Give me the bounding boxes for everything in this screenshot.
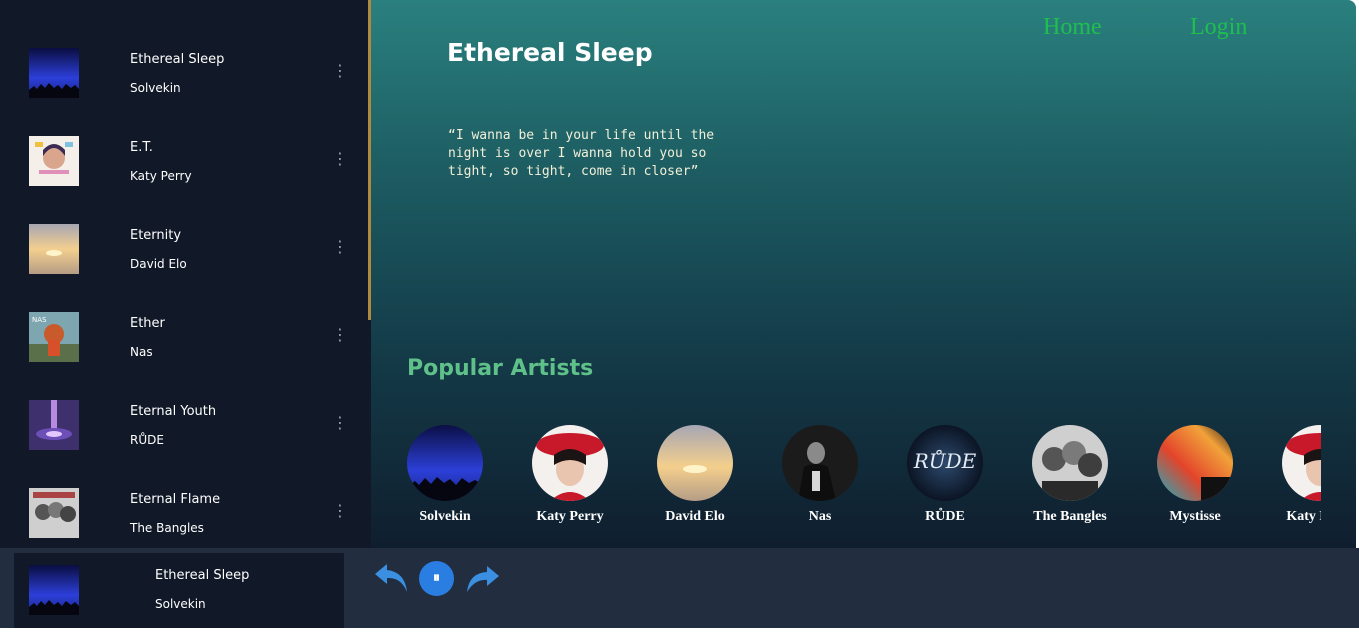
now-playing[interactable]: Ethereal Sleep Solvekin xyxy=(14,553,344,628)
track-item-ethereal-sleep[interactable]: Ethereal Sleep Solvekin ⋮ xyxy=(0,42,360,130)
track-artist: RŮDE xyxy=(130,433,164,447)
nav-home-link[interactable]: Home xyxy=(1043,14,1102,41)
artist-card-katy-perry-2[interactable]: Katy Perry xyxy=(1246,425,1321,535)
more-vertical-icon[interactable]: ⋮ xyxy=(330,501,350,521)
track-artist: Katy Perry xyxy=(130,169,192,183)
now-playing-album-art xyxy=(29,565,79,615)
more-vertical-icon[interactable]: ⋮ xyxy=(330,413,350,433)
album-art-eternal-youth xyxy=(29,400,79,450)
popular-artists-heading: Popular Artists xyxy=(407,356,594,381)
more-vertical-icon[interactable]: ⋮ xyxy=(330,61,350,81)
track-artist: Solvekin xyxy=(130,81,181,95)
song-title: Ethereal Sleep xyxy=(447,38,653,67)
track-title: Ether xyxy=(130,316,165,331)
now-playing-title: Ethereal Sleep xyxy=(155,568,250,583)
pause-button[interactable]: ⏸ xyxy=(419,561,454,596)
sidebar: Ethereal Sleep Solvekin ⋮ E.T. Katy Perr… xyxy=(0,0,371,548)
artist-card-katy-perry[interactable]: Katy Perry xyxy=(496,425,621,535)
player-bar: Ethereal Sleep Solvekin ⏸ xyxy=(0,548,1359,628)
artist-card-the-bangles[interactable]: The Bangles xyxy=(996,425,1121,535)
popular-artists-list: Solvekin Katy Perry David Elo Nas RŮDE R… xyxy=(371,425,1321,535)
svg-text:RŮDE: RŮDE xyxy=(913,448,977,473)
now-playing-artist: Solvekin xyxy=(155,597,206,611)
album-art-eternal-flame xyxy=(29,488,79,538)
album-art-et xyxy=(29,136,79,186)
more-vertical-icon[interactable]: ⋮ xyxy=(330,325,350,345)
track-item-eternal-flame[interactable]: Eternal Flame The Bangles ⋮ xyxy=(0,482,360,548)
artist-avatar xyxy=(532,425,608,501)
artist-card-nas[interactable]: Nas xyxy=(746,425,871,535)
track-title: E.T. xyxy=(130,140,153,155)
track-artist: David Elo xyxy=(130,257,187,271)
artist-avatar: RŮDE xyxy=(907,425,983,501)
more-vertical-icon[interactable]: ⋮ xyxy=(330,149,350,169)
artist-card-mystisse[interactable]: Mystisse xyxy=(1121,425,1246,535)
artist-card-rude[interactable]: RŮDE RŮDE xyxy=(871,425,996,535)
track-artist: The Bangles xyxy=(130,521,204,535)
artist-avatar xyxy=(1157,425,1233,501)
album-art-ether: NAS xyxy=(29,312,79,362)
track-item-eternity[interactable]: Eternity David Elo ⋮ xyxy=(0,218,360,306)
main-panel: Home Login Ethereal Sleep “I wanna be in… xyxy=(371,0,1356,548)
artist-avatar xyxy=(1032,425,1108,501)
track-title: Eternal Flame xyxy=(130,492,221,507)
artist-card-solvekin[interactable]: Solvekin xyxy=(371,425,496,535)
track-title: Ethereal Sleep xyxy=(130,52,225,67)
album-art-ethereal-sleep xyxy=(29,48,79,98)
artist-name: Katy Perry xyxy=(1286,509,1321,524)
undo-arrow-icon[interactable] xyxy=(373,560,411,600)
more-vertical-icon[interactable]: ⋮ xyxy=(330,237,350,257)
track-item-eternal-youth[interactable]: Eternal Youth RŮDE ⋮ xyxy=(0,394,360,482)
track-title: Eternity xyxy=(130,228,182,243)
artist-avatar xyxy=(782,425,858,501)
nav-login-link[interactable]: Login xyxy=(1190,14,1247,41)
svg-text:NAS: NAS xyxy=(32,316,47,324)
artist-avatar xyxy=(407,425,483,501)
artist-card-david-elo[interactable]: David Elo xyxy=(621,425,746,535)
song-lyrics: “I wanna be in your life until the night… xyxy=(448,128,715,179)
artist-avatar xyxy=(1282,425,1321,501)
redo-arrow-icon[interactable] xyxy=(465,564,501,598)
track-item-et[interactable]: E.T. Katy Perry ⋮ xyxy=(0,130,360,218)
album-art-eternity xyxy=(29,224,79,274)
track-title: Eternal Youth xyxy=(130,404,217,419)
track-artist: Nas xyxy=(130,345,153,359)
track-item-ether[interactable]: NAS Ether Nas ⋮ xyxy=(0,306,360,394)
artist-avatar xyxy=(657,425,733,501)
